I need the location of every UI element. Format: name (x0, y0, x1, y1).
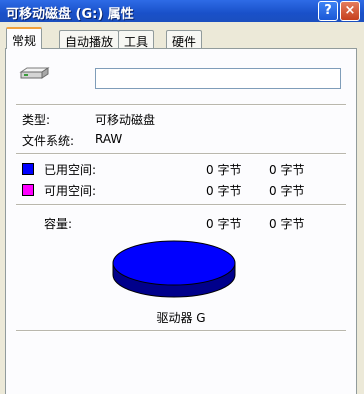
disk-usage-pie (112, 240, 236, 298)
window-title: 可移动磁盘 (G:) 属性 (6, 7, 134, 22)
type-value: 可移动磁盘 (95, 113, 156, 127)
tab-general[interactable]: 常规 (6, 27, 43, 49)
capacity-bytes: 0 字节 (206, 217, 242, 231)
used-space-label: 已用空间: (44, 163, 97, 177)
drive-label: 驱动器 G (156, 311, 206, 325)
capacity-label: 容量: (44, 217, 73, 231)
free-space-size: 0 字节 (269, 184, 305, 198)
removable-drive-icon (19, 67, 50, 79)
separator (16, 104, 346, 106)
separator (16, 330, 346, 332)
used-space-bytes: 0 字节 (206, 163, 242, 177)
file-system-label: 文件系统: (22, 134, 75, 148)
tab-tools[interactable]: 工具 (118, 30, 155, 49)
tab-autoplay[interactable]: 自动播放 (59, 30, 120, 49)
help-button[interactable]: ? (318, 1, 338, 21)
free-space-swatch (22, 184, 34, 196)
tab-hardware[interactable]: 硬件 (166, 30, 203, 49)
free-space-bytes: 0 字节 (206, 184, 242, 198)
separator (16, 204, 346, 206)
type-label: 类型: (22, 113, 51, 127)
volume-name-input[interactable] (95, 68, 341, 89)
used-space-size: 0 字节 (269, 163, 305, 177)
general-panel: 类型: 可移动磁盘 文件系统: RAW 已用空间: 0 字节 0 字节 可用空间… (5, 48, 357, 394)
title-bar[interactable]: 可移动磁盘 (G:) 属性 ? × (0, 0, 364, 22)
separator (16, 153, 346, 155)
file-system-value: RAW (95, 132, 123, 146)
free-space-label: 可用空间: (44, 184, 97, 198)
properties-window: 可移动磁盘 (G:) 属性 ? × 常规 自动播放 工具 硬件 类型: 可移动磁… (0, 0, 364, 394)
used-space-swatch (22, 163, 34, 175)
close-button[interactable]: × (340, 1, 360, 21)
capacity-size: 0 字节 (269, 217, 305, 231)
